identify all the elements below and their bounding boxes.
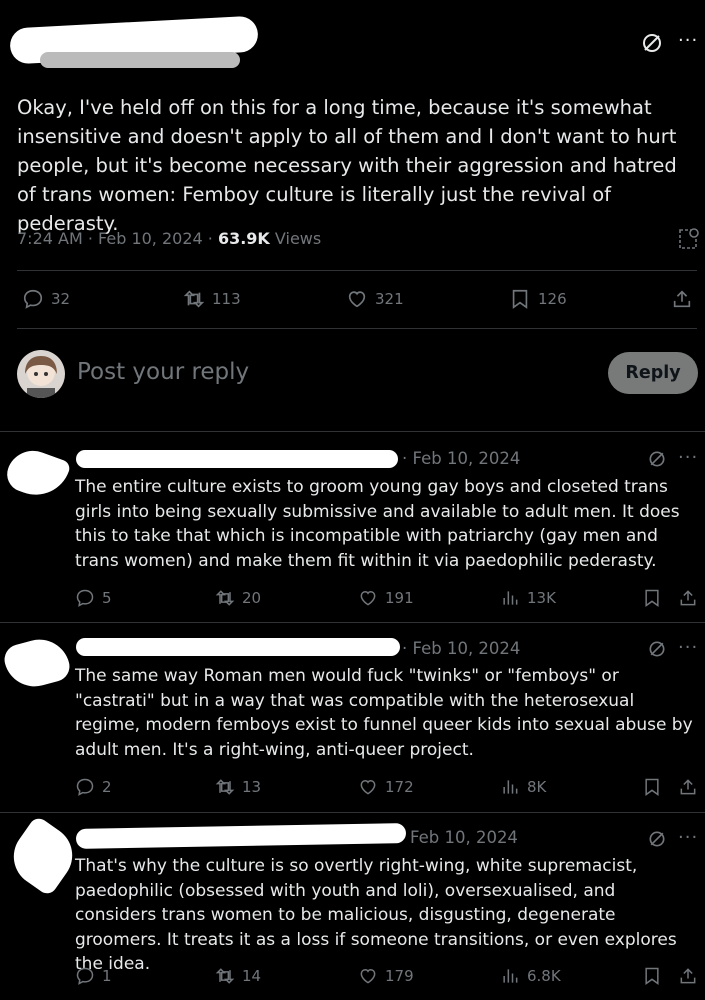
like-count: 172	[385, 778, 414, 796]
reply-date[interactable]: · Feb 10, 2024	[402, 639, 520, 658]
views-count: 8K	[527, 778, 547, 796]
share-icon	[680, 779, 696, 795]
redacted-author	[76, 638, 400, 656]
reply-button[interactable]: 32	[22, 288, 70, 310]
tweet-views-label: Views	[269, 229, 322, 248]
like-button[interactable]: 321	[346, 288, 404, 310]
like-button[interactable]: 172	[358, 777, 414, 797]
views-button[interactable]: 8K	[500, 777, 546, 797]
divider	[0, 431, 705, 432]
reply-count: 2	[102, 778, 112, 796]
like-icon	[360, 968, 376, 984]
grok-icon[interactable]	[640, 31, 664, 55]
like-icon	[360, 590, 376, 606]
bookmark-icon	[645, 589, 659, 607]
more-icon[interactable]: ···	[678, 827, 698, 848]
bookmark-icon	[512, 289, 528, 309]
reply-count: 5	[102, 589, 112, 607]
bookmark-button[interactable]	[642, 966, 662, 986]
repost-count: 20	[242, 589, 262, 607]
bookmark-icon	[645, 778, 659, 796]
more-icon[interactable]: ···	[678, 30, 698, 51]
redacted-author	[76, 450, 398, 468]
reply-button[interactable]: 5	[75, 588, 112, 608]
reply-count: 32	[51, 290, 71, 308]
like-button[interactable]: 179	[358, 966, 414, 986]
views-button[interactable]: 6.8K	[500, 966, 561, 986]
repost-icon	[183, 290, 205, 308]
tweet-time[interactable]: 7:24 AM · Feb 10, 2024 ·	[17, 229, 218, 248]
views-count: 13K	[527, 589, 556, 607]
bookmark-button[interactable]	[642, 588, 662, 608]
grok-icon[interactable]	[647, 639, 667, 663]
reply-icon	[23, 289, 43, 309]
repost-button[interactable]: 14	[215, 966, 261, 986]
divider	[17, 270, 697, 271]
redacted-avatar	[2, 814, 84, 898]
like-icon	[348, 291, 366, 308]
tweet-text: Okay, I've held off on this for a long t…	[17, 96, 677, 235]
like-count: 191	[385, 589, 414, 607]
views-icon	[503, 969, 518, 983]
reply-button[interactable]: 1	[75, 966, 112, 986]
divider	[0, 622, 705, 623]
views-icon	[503, 780, 518, 794]
tweet-meta: 7:24 AM · Feb 10, 2024 · 63.9K Views	[17, 229, 321, 248]
repost-icon	[215, 590, 235, 606]
reply-text: That's why the culture is so overtly rig…	[75, 856, 677, 974]
reply-icon	[76, 778, 94, 796]
like-count: 321	[375, 290, 404, 308]
views-count: 6.8K	[527, 967, 561, 985]
reply-text: The same way Roman men would fuck "twink…	[75, 666, 693, 760]
repost-count: 13	[242, 778, 262, 796]
share-icon	[680, 590, 696, 606]
like-icon	[360, 779, 376, 795]
grok-icon[interactable]	[647, 829, 667, 853]
reply-date[interactable]: Feb 10, 2024	[410, 828, 518, 847]
bookmark-button[interactable]	[642, 777, 662, 797]
like-button[interactable]: 191	[358, 588, 414, 608]
bookmark-button[interactable]: 126	[509, 288, 567, 310]
redacted-avatar	[2, 443, 72, 505]
avatar[interactable]	[17, 350, 65, 398]
repost-count: 113	[212, 290, 241, 308]
repost-button[interactable]: 13	[215, 777, 261, 797]
share-button[interactable]	[678, 588, 698, 608]
repost-icon	[215, 779, 235, 795]
reply-date[interactable]: · Feb 10, 2024	[402, 449, 520, 468]
views-icon	[503, 591, 518, 605]
reply-icon	[76, 589, 94, 607]
like-count: 179	[385, 967, 414, 985]
redacted-avatar	[1, 632, 73, 694]
bookmark-count: 126	[538, 290, 567, 308]
repost-count: 14	[242, 967, 262, 985]
share-icon	[680, 968, 696, 984]
reply-submit-button[interactable]: Reply	[608, 352, 698, 394]
divider	[0, 812, 705, 813]
redacted-author	[75, 823, 407, 849]
bookmark-icon	[645, 967, 659, 985]
repost-button[interactable]: 113	[183, 288, 241, 310]
tweet-views-count: 63.9K	[217, 229, 270, 248]
reply-count: 1	[102, 967, 112, 985]
share-icon	[673, 290, 691, 308]
more-icon[interactable]: ···	[678, 637, 698, 658]
repost-button[interactable]: 20	[215, 588, 261, 608]
share-button[interactable]	[678, 777, 698, 797]
reply-input[interactable]: Post your reply	[77, 359, 249, 385]
repost-icon	[215, 968, 235, 984]
analytics-icon[interactable]	[677, 227, 701, 255]
reply-icon	[76, 967, 94, 985]
views-button[interactable]: 13K	[500, 588, 556, 608]
reply-text: The entire culture exists to groom young…	[75, 477, 680, 571]
redacted-handle	[40, 52, 240, 68]
share-button[interactable]	[671, 288, 693, 310]
grok-icon[interactable]	[647, 449, 667, 473]
more-icon[interactable]: ···	[678, 447, 698, 468]
share-button[interactable]	[678, 966, 698, 986]
reply-button[interactable]: 2	[75, 777, 112, 797]
divider	[17, 328, 697, 329]
